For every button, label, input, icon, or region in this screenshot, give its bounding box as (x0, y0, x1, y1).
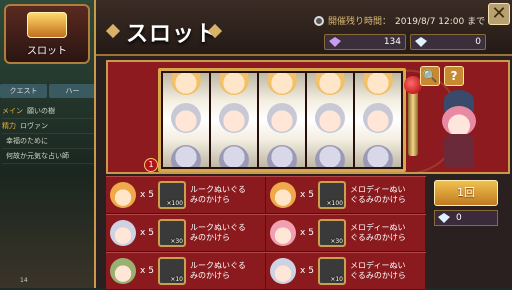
white-gem-value: 0 (475, 37, 481, 47)
character-face-icon (270, 182, 296, 208)
reward-item-name: メロディーぬいぐるみのかけら (350, 261, 406, 280)
gem-counter-purple: 134 (324, 34, 406, 50)
side-info-line: 何故か元気な占い師 (2, 149, 96, 164)
reel-symbol (363, 145, 393, 167)
mascot-character (430, 90, 490, 172)
payline-badge: 1 (144, 158, 158, 172)
reel (163, 73, 209, 167)
reel (211, 73, 257, 167)
clock-icon (314, 15, 324, 26)
reel-symbol (219, 145, 249, 167)
help-button[interactable]: ? (444, 66, 464, 86)
page-title: スロット (126, 21, 219, 47)
reward-item-name: ルークぬいぐるみのかけら (190, 185, 246, 204)
reel-window (158, 68, 406, 172)
slot-menu-badge[interactable]: スロット (4, 4, 90, 64)
reel-symbol (219, 103, 249, 133)
reward-cell: x 5 ×100 ルークぬいぐるみのかけら (106, 177, 266, 213)
reward-item-icon[interactable]: ×10 (158, 257, 186, 285)
match-count: x 5 (140, 228, 154, 238)
match-count: x 5 (140, 190, 154, 200)
side-footer-number: 14 (20, 277, 28, 284)
slot-panel: スロット 開催残り時間： 2019/8/7 12:00 まで 134 0 ✕ 1 (94, 0, 512, 290)
spin-cost: 0 (434, 210, 498, 226)
reward-item-name: ルークぬいぐるみのかけら (190, 261, 246, 280)
event-timer: 開催残り時間： 2019/8/7 12:00 まで (314, 14, 485, 27)
white-gem-icon (438, 213, 450, 223)
side-info-line: メイン 願いの樹 (2, 104, 96, 119)
slot-lever[interactable] (408, 84, 418, 156)
reward-row: x 5 ×100 ルークぬいぐるみのかけら x 5 ×100 メロディーぬいぐる… (106, 176, 426, 213)
reward-cell: x 5 ×100 メロディーぬいぐるみのかけら (266, 177, 426, 213)
reel-symbol (315, 145, 345, 167)
character-face-icon (110, 182, 136, 208)
match-count: x 5 (300, 228, 314, 238)
match-count: x 5 (300, 190, 314, 200)
reward-item-icon[interactable]: ×30 (158, 219, 186, 247)
reward-row: x 5 ×10 ルークぬいぐるみのかけら x 5 ×10 メロディーぬいぐるみの… (106, 252, 426, 289)
side-info-line: 精力 ロヴァン (2, 119, 96, 134)
title-ornament (105, 23, 121, 39)
close-button[interactable]: ✕ (488, 3, 510, 25)
reward-cell: x 5 ×10 メロディーぬいぐるみのかけら (266, 253, 426, 289)
reward-item-name: メロディーぬいぐるみのかけら (350, 185, 406, 204)
mascot-head (442, 106, 476, 136)
panel-header: スロット 開催残り時間： 2019/8/7 12:00 まで 134 0 ✕ (96, 0, 512, 56)
reel-symbol (171, 103, 201, 133)
reel-symbol (219, 73, 249, 95)
reward-item-icon[interactable]: ×30 (318, 219, 346, 247)
purple-gem-value: 134 (383, 37, 401, 47)
reward-cell: x 5 ×30 ルークぬいぐるみのかけら (106, 215, 266, 251)
purple-gem-icon (329, 37, 341, 47)
spin-once-button[interactable]: 1回 (434, 180, 498, 206)
slot-machine-icon (27, 12, 67, 38)
tab-quest[interactable]: クエスト (0, 84, 47, 98)
reel (307, 73, 353, 167)
slot-machine: 1 🔍 ? (106, 60, 510, 174)
spin-cost-value: 0 (456, 213, 462, 223)
zoom-button[interactable]: 🔍 (420, 66, 440, 86)
reward-cell: x 5 ×30 メロディーぬいぐるみのかけら (266, 215, 426, 251)
character-face-icon (270, 258, 296, 284)
reel-symbol (315, 73, 345, 95)
character-face-icon (110, 258, 136, 284)
white-gem-icon (415, 37, 427, 47)
slot-menu-label: スロット (27, 46, 67, 57)
reel-symbol (171, 145, 201, 167)
reward-item-icon[interactable]: ×100 (158, 181, 186, 209)
reel-symbol (267, 73, 297, 95)
side-info-line: 幸福のために (2, 134, 96, 149)
character-face-icon (110, 220, 136, 246)
character-face-icon (270, 220, 296, 246)
reel-symbol (363, 73, 393, 95)
timer-label: 開催残り時間： (328, 17, 392, 27)
reward-item-icon[interactable]: ×10 (318, 257, 346, 285)
reward-table: x 5 ×100 ルークぬいぐるみのかけら x 5 ×100 メロディーぬいぐる… (106, 176, 426, 290)
reel-symbol (267, 103, 297, 133)
mascot-body (444, 134, 474, 168)
reel (355, 73, 401, 167)
reel-symbol (267, 145, 297, 167)
reel-symbol (171, 73, 201, 95)
gem-counter-white: 0 (410, 34, 486, 50)
match-count: x 5 (140, 266, 154, 276)
timer-value: 2019/8/7 12:00 まで (395, 17, 486, 27)
reward-row: x 5 ×30 ルークぬいぐるみのかけら x 5 ×30 メロディーぬいぐるみの… (106, 214, 426, 251)
reel-symbol (363, 103, 393, 133)
reel (259, 73, 305, 167)
tab-other[interactable]: ハー (49, 84, 96, 98)
reward-item-name: ルークぬいぐるみのかけら (190, 223, 246, 242)
match-count: x 5 (300, 266, 314, 276)
reward-item-name: メロディーぬいぐるみのかけら (350, 223, 406, 242)
side-tabs: クエスト ハー (0, 84, 96, 98)
side-info-list: メイン 願いの樹 精力 ロヴァン 幸福のために 何故か元気な占い師 (2, 104, 96, 164)
reel-symbol (315, 103, 345, 133)
reward-cell: x 5 ×10 ルークぬいぐるみのかけら (106, 253, 266, 289)
reward-item-icon[interactable]: ×100 (318, 181, 346, 209)
